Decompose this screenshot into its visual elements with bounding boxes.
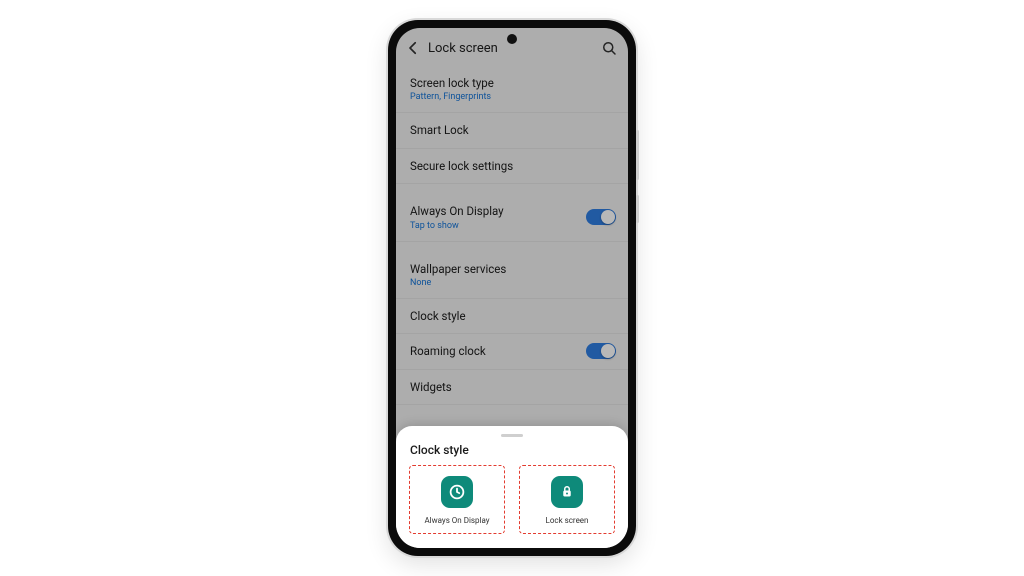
volume-button bbox=[636, 130, 639, 180]
row-subtitle: Tap to show bbox=[410, 221, 614, 231]
toggle-knob bbox=[601, 344, 615, 358]
row-widgets[interactable]: Widgets bbox=[396, 370, 628, 405]
row-title: Screen lock type bbox=[410, 76, 614, 90]
sheet-options: Always On Display Lock screen bbox=[406, 465, 618, 534]
screen: Lock screen Screen lock type Pattern, Fi… bbox=[396, 28, 628, 548]
clock-icon bbox=[441, 476, 473, 508]
sheet-title: Clock style bbox=[406, 443, 618, 457]
row-wallpaper-services[interactable]: Wallpaper services None bbox=[396, 252, 628, 299]
row-secure-lock[interactable]: Secure lock settings bbox=[396, 149, 628, 184]
row-title: Clock style bbox=[410, 309, 614, 323]
toggle-knob bbox=[601, 210, 615, 224]
back-icon[interactable] bbox=[402, 37, 424, 59]
camera-punch-hole bbox=[507, 34, 517, 44]
divider bbox=[396, 242, 628, 252]
row-clock-style[interactable]: Clock style bbox=[396, 299, 628, 334]
row-screen-lock-type[interactable]: Screen lock type Pattern, Fingerprints bbox=[396, 66, 628, 113]
row-title: Always On Display bbox=[410, 204, 614, 218]
option-label: Always On Display bbox=[424, 516, 489, 525]
option-label: Lock screen bbox=[546, 516, 589, 525]
row-title: Widgets bbox=[410, 380, 614, 394]
settings-list: Screen lock type Pattern, Fingerprints S… bbox=[396, 64, 628, 405]
row-title: Smart Lock bbox=[410, 123, 614, 137]
phone-frame: Lock screen Screen lock type Pattern, Fi… bbox=[388, 20, 636, 556]
divider bbox=[396, 184, 628, 194]
row-title: Secure lock settings bbox=[410, 159, 614, 173]
row-title: Roaming clock bbox=[410, 344, 614, 358]
search-icon[interactable] bbox=[600, 39, 618, 57]
row-roaming-clock[interactable]: Roaming clock bbox=[396, 334, 628, 369]
row-title: Wallpaper services bbox=[410, 262, 614, 276]
row-subtitle: None bbox=[410, 278, 614, 288]
option-lock-screen[interactable]: Lock screen bbox=[519, 465, 615, 534]
row-subtitle: Pattern, Fingerprints bbox=[410, 92, 614, 102]
lock-icon bbox=[551, 476, 583, 508]
row-smart-lock[interactable]: Smart Lock bbox=[396, 113, 628, 148]
toggle-roaming[interactable] bbox=[586, 343, 616, 359]
option-always-on-display[interactable]: Always On Display bbox=[409, 465, 505, 534]
toggle-aod[interactable] bbox=[586, 209, 616, 225]
clock-style-sheet: Clock style Always On Display Lock scree… bbox=[396, 426, 628, 548]
power-button bbox=[636, 195, 639, 223]
drag-handle-icon[interactable] bbox=[501, 434, 523, 437]
row-always-on-display[interactable]: Always On Display Tap to show bbox=[396, 194, 628, 241]
